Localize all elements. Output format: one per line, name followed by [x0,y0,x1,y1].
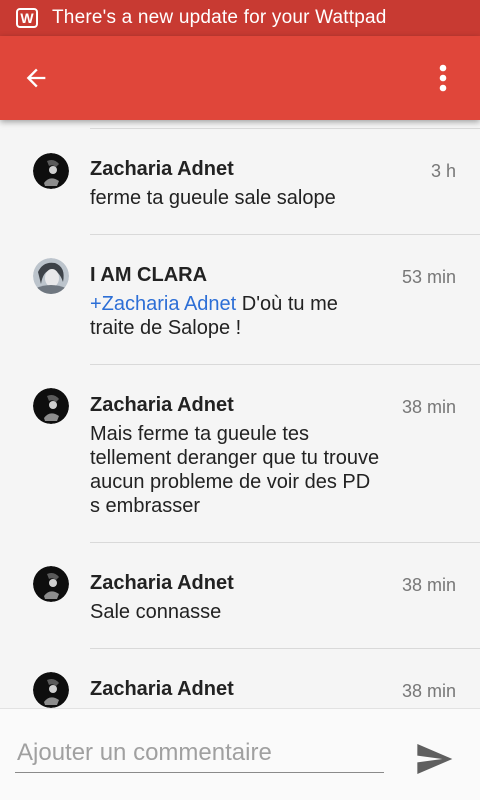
comment-timestamp: 38 min [401,575,456,595]
more-options-button[interactable] [428,58,458,98]
send-icon [417,744,453,774]
comment-timestamp: 38 min [401,397,456,417]
dark-photo-avatar [33,388,69,424]
divider [90,364,480,365]
comment-text: ferme ta gueule sale salope [90,187,336,209]
avatar[interactable] [33,566,69,602]
avatar[interactable] [33,672,69,708]
comment-timestamp: 3 h [430,161,456,181]
comment-text: Mais ferme ta gueule tes tellement deran… [90,423,380,517]
comment-text: +Zacharia Adnet D'où tu me traite de Sal… [90,292,380,340]
grey-photo-avatar [33,258,69,294]
dark-photo-avatar [33,672,69,708]
comment-input[interactable] [15,733,384,773]
comment-author[interactable]: Zacharia Adnet [90,158,234,181]
divider [90,648,480,649]
comment-author[interactable]: Zacharia Adnet [90,394,234,417]
status-bar: W There's a new update for your Wattpad [0,0,480,36]
comment-timestamp: 38 min [401,681,456,701]
avatar[interactable] [33,153,69,189]
wattpad-w-icon: W [16,8,38,28]
dark-photo-avatar [33,153,69,189]
divider [90,542,480,543]
update-notification-text[interactable]: There's a new update for your Wattpad [52,7,387,29]
comment-timestamp: 53 min [401,267,456,287]
comment-author[interactable]: Zacharia Adnet [90,572,234,595]
arrow-left-icon [26,68,46,88]
comment-author[interactable]: I AM CLARA [90,264,207,287]
back-button[interactable] [14,58,58,98]
mention-link[interactable]: +Zacharia Adnet [90,293,236,315]
comment-list[interactable]: Zacharia Adnet 3 h ferme ta gueule sale … [0,120,480,708]
divider [90,234,480,235]
send-button[interactable] [414,739,454,779]
more-vert-icon [439,64,447,92]
comment-composer [0,708,480,800]
dark-photo-avatar [33,566,69,602]
avatar[interactable] [33,258,69,294]
comment-author[interactable]: Zacharia Adnet [90,678,234,701]
divider [90,128,480,129]
app-bar [0,36,480,120]
avatar[interactable] [33,388,69,424]
comment-text: Sale connasse [90,601,222,623]
